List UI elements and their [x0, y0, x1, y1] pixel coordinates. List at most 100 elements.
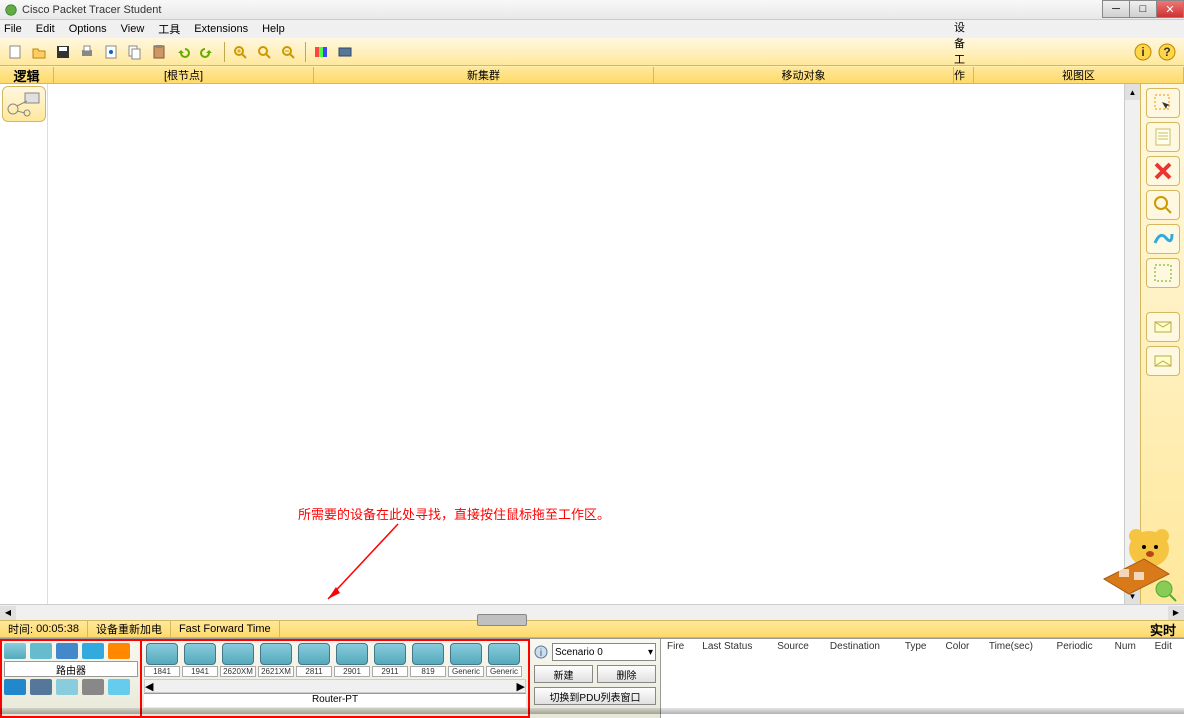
- note-tool-icon[interactable]: [1146, 122, 1180, 152]
- menu-file[interactable]: File: [4, 23, 22, 35]
- device-scroll-right-icon[interactable]: ▶: [517, 680, 525, 692]
- scroll-right-icon[interactable]: ▶: [1168, 606, 1184, 620]
- device-item-819[interactable]: 819: [410, 643, 446, 677]
- window-title: Cisco Packet Tracer Student: [22, 4, 161, 16]
- logical-physical-tab[interactable]: [2, 86, 46, 122]
- pdu-col-num[interactable]: Num: [1109, 639, 1149, 654]
- copy-icon[interactable]: [124, 41, 146, 63]
- menu-help[interactable]: Help: [262, 23, 285, 35]
- device-label: 2911: [372, 666, 408, 677]
- minimize-button[interactable]: ─: [1102, 0, 1130, 18]
- router-icon: [374, 643, 406, 665]
- device-item-generic[interactable]: Generic: [448, 643, 484, 677]
- nav-move-object[interactable]: 移动对象: [654, 67, 954, 83]
- category-security-icon[interactable]: [30, 679, 52, 695]
- device-item-1841[interactable]: 1841: [144, 643, 180, 677]
- undo-icon[interactable]: [172, 41, 194, 63]
- scroll-thumb[interactable]: [477, 614, 527, 626]
- category-wireless-icon[interactable]: [82, 643, 104, 659]
- inspect-tool-icon[interactable]: [1146, 190, 1180, 220]
- add-simple-pdu-icon[interactable]: [1146, 312, 1180, 342]
- pdu-col-periodic[interactable]: Periodic: [1051, 639, 1109, 654]
- open-file-icon[interactable]: [28, 41, 50, 63]
- taskbar-edge: [0, 708, 1184, 714]
- device-label: 2621XM: [258, 666, 294, 677]
- scenario-delete-button[interactable]: 删除: [597, 665, 656, 683]
- redo-icon[interactable]: [196, 41, 218, 63]
- device-scroll-left-icon[interactable]: ◀: [145, 680, 153, 692]
- device-label: 2620XM: [220, 666, 256, 677]
- pdu-col-last-status[interactable]: Last Status: [696, 639, 771, 654]
- category-custom-icon[interactable]: [82, 679, 104, 695]
- realtime-label[interactable]: 实时: [1142, 621, 1184, 637]
- scroll-up-icon[interactable]: ▲: [1125, 84, 1140, 100]
- pdu-col-source[interactable]: Source: [771, 639, 824, 654]
- category-end-devices-icon[interactable]: [4, 679, 26, 695]
- device-item-1941[interactable]: 1941: [182, 643, 218, 677]
- scenario-select[interactable]: Scenario 0▾: [552, 643, 656, 661]
- help-icon[interactable]: ?: [1156, 41, 1178, 63]
- paste-icon[interactable]: [148, 41, 170, 63]
- print-icon[interactable]: [76, 41, 98, 63]
- time-display: 时间: 00:05:38: [0, 621, 88, 637]
- activity-wizard-icon[interactable]: [100, 41, 122, 63]
- nav-viewport[interactable]: 视图区: [974, 67, 1184, 83]
- menu-view[interactable]: View: [121, 23, 145, 35]
- resize-tool-icon[interactable]: [1146, 258, 1180, 288]
- device-item-2911[interactable]: 2911: [372, 643, 408, 677]
- zoom-in-icon[interactable]: [229, 41, 251, 63]
- annotation-arrow: [318, 519, 418, 609]
- device-label: 2901: [334, 666, 370, 677]
- menu-edit[interactable]: Edit: [36, 23, 55, 35]
- zoom-reset-icon[interactable]: [253, 41, 275, 63]
- device-item-2901[interactable]: 2901: [334, 643, 370, 677]
- workspace-canvas[interactable]: 所需要的设备在此处寻找，直接按住鼠标拖至工作区。: [48, 84, 1124, 604]
- device-label: Generic: [448, 666, 484, 677]
- draw-tool-icon[interactable]: [1146, 224, 1180, 254]
- nav-set-background[interactable]: 设备工作区背景: [954, 67, 974, 83]
- power-cycle-button[interactable]: 设备重新加电: [88, 621, 171, 637]
- pdu-col-type[interactable]: Type: [899, 639, 940, 654]
- category-connections-icon[interactable]: [108, 643, 130, 659]
- bear-mascot-icon: [1094, 524, 1184, 604]
- add-complex-pdu-icon[interactable]: [1146, 346, 1180, 376]
- device-item-2620xm[interactable]: 2620XM: [220, 643, 256, 677]
- palette-icon[interactable]: [310, 41, 332, 63]
- device-item-2811[interactable]: 2811: [296, 643, 332, 677]
- nav-root[interactable]: [根节点]: [54, 67, 314, 83]
- fast-forward-button[interactable]: Fast Forward Time: [171, 621, 280, 637]
- category-switches-icon[interactable]: [30, 643, 52, 659]
- menu-options[interactable]: Options: [69, 23, 107, 35]
- pdu-list-toggle-button[interactable]: 切换到PDU列表窗口: [534, 687, 656, 705]
- device-list-scrollbar[interactable]: ◀ ▶: [144, 679, 526, 693]
- save-icon[interactable]: [52, 41, 74, 63]
- pdu-col-time[interactable]: Time(sec): [983, 639, 1051, 654]
- device-item-generic[interactable]: Generic: [486, 643, 522, 677]
- scenario-new-button[interactable]: 新建: [534, 665, 593, 683]
- category-hubs-icon[interactable]: [56, 643, 78, 659]
- nav-new-cluster[interactable]: 新集群: [314, 67, 654, 83]
- category-multiuser-icon[interactable]: [108, 679, 130, 695]
- close-button[interactable]: ✕: [1156, 0, 1184, 18]
- category-routers-icon[interactable]: [4, 643, 26, 659]
- zoom-out-icon[interactable]: [277, 41, 299, 63]
- custom-device-icon[interactable]: [334, 41, 356, 63]
- main-area: 所需要的设备在此处寻找，直接按住鼠标拖至工作区。 ▲ ▼: [0, 84, 1184, 604]
- maximize-button[interactable]: □: [1129, 0, 1157, 18]
- scroll-left-icon[interactable]: ◀: [0, 606, 16, 620]
- horizontal-scrollbar[interactable]: ◀ ▶: [0, 604, 1184, 620]
- device-item-2621xm[interactable]: 2621XM: [258, 643, 294, 677]
- delete-tool-icon[interactable]: [1146, 156, 1180, 186]
- pdu-col-color[interactable]: Color: [939, 639, 982, 654]
- pdu-col-destination[interactable]: Destination: [824, 639, 899, 654]
- info-icon[interactable]: i: [1132, 41, 1154, 63]
- nav-logic[interactable]: 逻辑: [0, 67, 54, 83]
- menu-tools[interactable]: 工具: [158, 21, 180, 37]
- router-icon: [450, 643, 482, 665]
- menu-extensions[interactable]: Extensions: [194, 23, 248, 35]
- category-wan-icon[interactable]: [56, 679, 78, 695]
- pdu-col-fire[interactable]: Fire: [661, 639, 696, 654]
- new-file-icon[interactable]: [4, 41, 26, 63]
- pdu-col-edit[interactable]: Edit: [1149, 639, 1184, 654]
- select-tool-icon[interactable]: [1146, 88, 1180, 118]
